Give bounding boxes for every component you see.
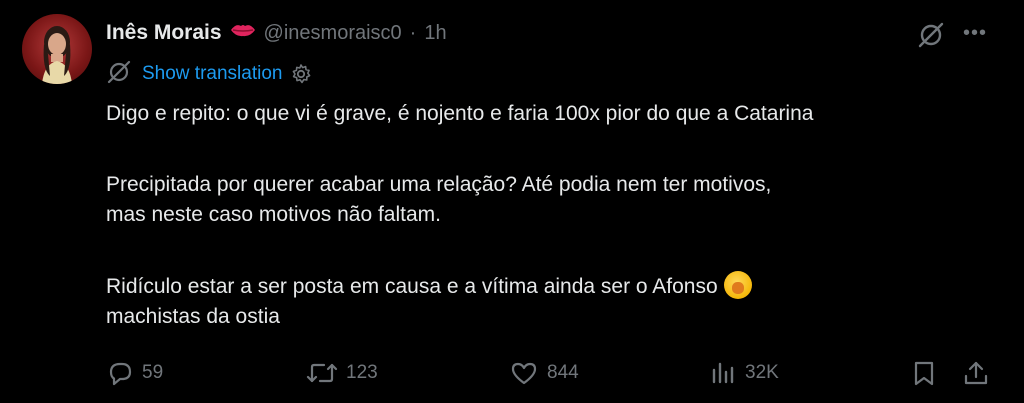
kiss-mark-icon <box>230 22 256 44</box>
views-count: 32K <box>745 362 779 383</box>
yawning-face-icon <box>723 271 752 299</box>
repost-count: 123 <box>346 362 378 383</box>
tweet[interactable]: Inês Morais @inesmoraisc0 · 1h ••• Show … <box>0 0 1024 403</box>
like-count: 844 <box>547 362 579 383</box>
share-button[interactable] <box>962 356 990 390</box>
timestamp[interactable]: 1h <box>424 22 446 45</box>
bookmark-icon <box>910 359 938 387</box>
heart-icon <box>509 359 539 387</box>
translate-icon <box>106 59 132 90</box>
more-options-icon[interactable]: ••• <box>960 20 990 46</box>
reply-icon <box>106 359 134 387</box>
avatar[interactable] <box>22 14 92 84</box>
analytics-icon <box>709 359 737 387</box>
tweet-paragraph-line: Ridículo estar a ser posta em causa e a … <box>106 271 752 302</box>
author-name[interactable]: Inês Morais <box>106 21 222 45</box>
tweet-header: Inês Morais @inesmoraisc0 · 1h <box>106 18 447 48</box>
tweet-paragraph: mas neste caso motivos não faltam. <box>106 203 441 226</box>
bookmark-button[interactable] <box>910 356 938 390</box>
translate-row: Show translation <box>106 60 312 88</box>
views-button[interactable]: 32K <box>709 356 779 390</box>
repost-icon <box>306 359 338 387</box>
reply-count: 59 <box>142 362 164 383</box>
grok-icon[interactable] <box>916 20 946 50</box>
separator-dot: · <box>409 21 417 44</box>
author-handle[interactable]: @inesmoraisc0 <box>264 22 402 45</box>
repost-button[interactable]: 123 <box>306 356 378 390</box>
tweet-paragraph: machistas da ostia <box>106 305 280 328</box>
action-bar: 59 123 844 32K <box>0 356 1024 390</box>
reply-button[interactable]: 59 <box>106 356 163 390</box>
tweet-text-segment: Ridículo estar a ser posta em causa e a … <box>106 275 718 298</box>
share-icon <box>962 359 990 387</box>
tweet-paragraph: Precipitada por querer acabar uma relaçã… <box>106 173 772 196</box>
gear-icon[interactable] <box>290 63 312 85</box>
tweet-paragraph: Digo e repito: o que vi é grave, é nojen… <box>106 102 814 125</box>
show-translation-link[interactable]: Show translation <box>142 63 282 85</box>
like-button[interactable]: 844 <box>509 356 579 390</box>
